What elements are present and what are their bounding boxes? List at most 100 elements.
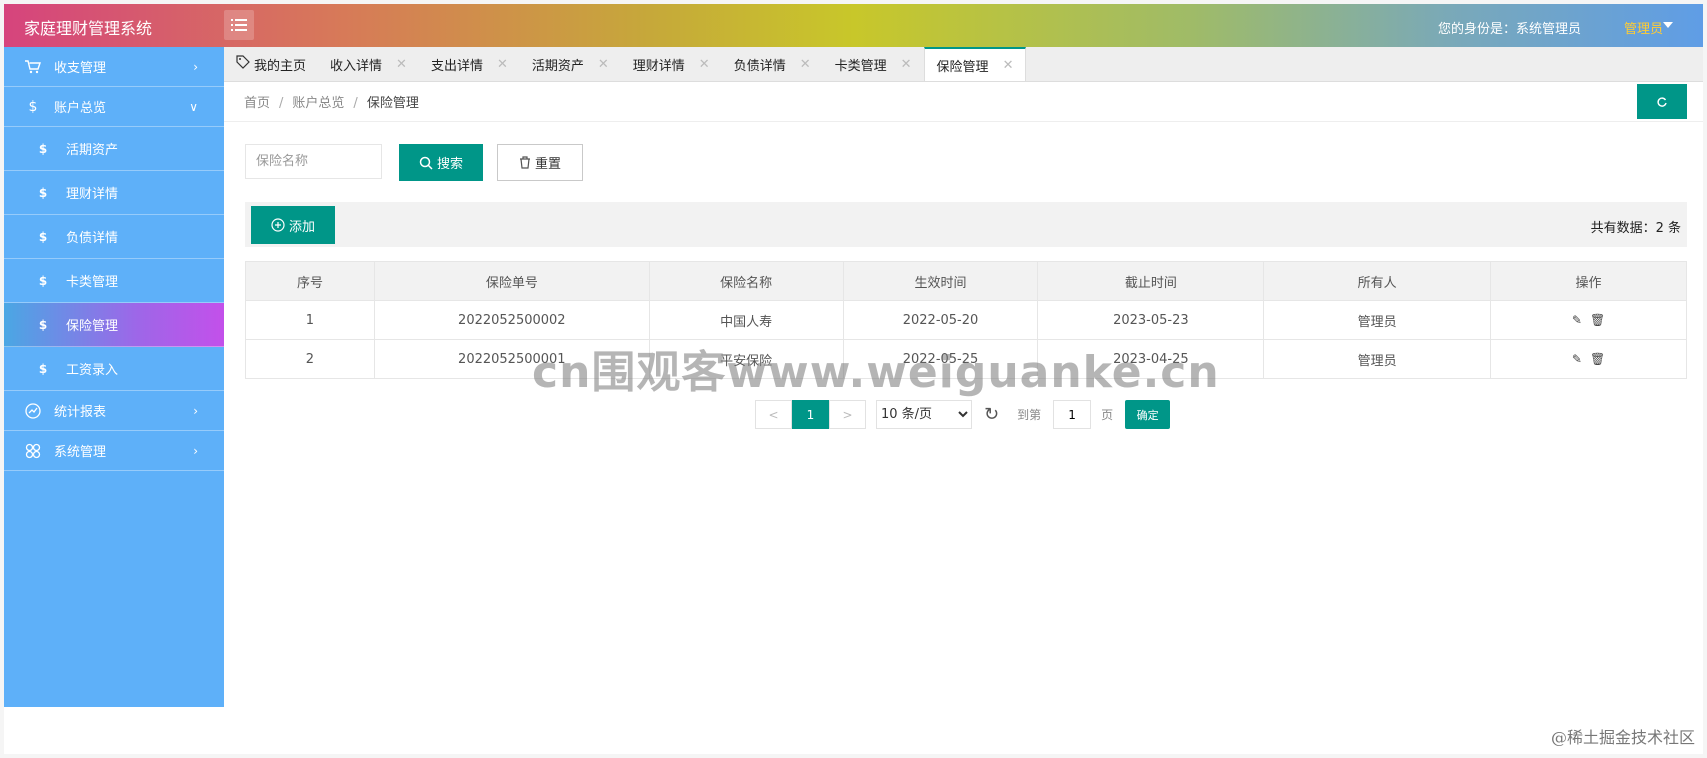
insurance-name-search-input[interactable] bbox=[245, 144, 382, 179]
dollar-icon: $ bbox=[38, 141, 48, 156]
sidebar-item-current-assets[interactable]: $ 活期资产 bbox=[4, 127, 224, 171]
sidebar-item-label: 账户总览 bbox=[54, 101, 107, 116]
close-icon[interactable]: ✕ bbox=[497, 57, 508, 72]
dollar-icon: $ bbox=[38, 317, 48, 332]
breadcrumb: 首页 / 账户总览 / 保险管理 bbox=[244, 92, 419, 111]
sidebar-item-insurance-management[interactable]: $ 保险管理 bbox=[4, 303, 224, 347]
page-number-current[interactable]: 1 bbox=[792, 400, 829, 429]
menu-toggle-button[interactable] bbox=[224, 10, 254, 40]
tab-label: 活期资产 bbox=[531, 58, 584, 74]
goto-label: 到第 bbox=[1017, 408, 1042, 422]
edit-icon[interactable]: ✎ bbox=[1572, 352, 1582, 366]
sidebar-item-label: 统计报表 bbox=[54, 405, 107, 420]
sidebar-item-salary-entry[interactable]: $ 工资录入 bbox=[4, 347, 224, 391]
breadcrumb-item-account-overview[interactable]: 账户总览 bbox=[292, 96, 344, 111]
confirm-goto-button[interactable]: 确定 bbox=[1125, 400, 1171, 429]
column-header: 保险单号 bbox=[373, 261, 650, 301]
sidebar-item-label: 活期资产 bbox=[66, 143, 119, 158]
cell-index: 1 bbox=[245, 300, 375, 340]
sidebar-item-investment-details[interactable]: $ 理财详情 bbox=[4, 171, 224, 215]
search-icon bbox=[419, 156, 433, 170]
dollar-icon: $ bbox=[38, 361, 48, 376]
page-size-select[interactable]: 10 条/页 bbox=[876, 400, 972, 429]
cell-end-date: 2023-05-23 bbox=[1037, 300, 1265, 340]
tab-label: 理财详情 bbox=[632, 58, 685, 74]
tab-debt-details[interactable]: 负债详情 ✕ bbox=[722, 47, 823, 81]
search-button[interactable]: 搜索 bbox=[399, 144, 483, 181]
column-header: 生效时间 bbox=[842, 261, 1039, 301]
tab-label: 收入详情 bbox=[330, 58, 383, 74]
sidebar-item-account-overview[interactable]: $ 账户总览 ∨ bbox=[4, 87, 224, 127]
tab-label: 卡类管理 bbox=[834, 58, 887, 74]
sidebar-item-label: 工资录入 bbox=[66, 363, 119, 378]
goto-page-input[interactable] bbox=[1053, 400, 1092, 429]
column-header: 截止时间 bbox=[1037, 261, 1265, 301]
tab-label: 我的主页 bbox=[254, 58, 307, 74]
refresh-page-button[interactable] bbox=[1637, 84, 1687, 119]
app-title: 家庭理财管理系统 bbox=[24, 19, 153, 38]
column-header: 所有人 bbox=[1263, 261, 1492, 301]
sidebar-item-statistics[interactable]: 统计报表 › bbox=[4, 391, 224, 431]
refresh-icon[interactable]: ↻ bbox=[984, 404, 999, 425]
trash-icon bbox=[519, 156, 530, 169]
user-menu[interactable]: 管理员 bbox=[1624, 18, 1663, 37]
prev-page-button[interactable]: < bbox=[755, 400, 792, 429]
watermark-text: cn围观客www.weiguanke.cn bbox=[532, 347, 1220, 398]
sidebar-item-debt-details[interactable]: $ 负债详情 bbox=[4, 215, 224, 259]
breadcrumb-separator: / bbox=[353, 96, 358, 111]
grid-icon bbox=[22, 443, 44, 459]
chevron-right-icon: › bbox=[193, 60, 198, 74]
tab-home[interactable]: 我的主页 bbox=[224, 47, 318, 81]
cell-actions: ✎ 🗑︎ bbox=[1490, 300, 1687, 340]
breadcrumb-separator: / bbox=[279, 96, 284, 111]
breadcrumb-item-home[interactable]: 首页 bbox=[244, 96, 270, 111]
next-page-button[interactable]: > bbox=[829, 400, 866, 429]
tab-income-details[interactable]: 收入详情 ✕ bbox=[318, 47, 419, 81]
reset-button[interactable]: 重置 bbox=[497, 144, 583, 181]
cell-policy-number: 2022052500002 bbox=[373, 300, 650, 340]
tab-current-assets[interactable]: 活期资产 ✕ bbox=[520, 47, 621, 81]
pagination: < 1 > 10 条/页 ↻ 到第 页 确定 bbox=[755, 400, 1171, 429]
edit-icon[interactable]: ✎ bbox=[1572, 313, 1582, 327]
cell-actions: ✎ 🗑︎ bbox=[1490, 339, 1687, 379]
caret-down-icon[interactable] bbox=[1663, 22, 1673, 28]
sidebar-item-income-expense[interactable]: 收支管理 › bbox=[4, 47, 224, 87]
sidebar-item-label: 理财详情 bbox=[66, 187, 119, 202]
add-button-label: 添加 bbox=[288, 219, 315, 235]
dollar-icon: $ bbox=[38, 229, 48, 244]
dollar-icon: $ bbox=[38, 273, 48, 288]
sidebar-item-label: 系统管理 bbox=[54, 445, 107, 460]
total-count: 共有数据：2 条 bbox=[1590, 221, 1681, 236]
cell-owner: 管理员 bbox=[1263, 339, 1492, 379]
identity-text: 您的身份是：系统管理员 bbox=[1437, 22, 1581, 37]
tab-expense-details[interactable]: 支出详情 ✕ bbox=[419, 47, 520, 81]
close-icon[interactable]: ✕ bbox=[699, 57, 710, 72]
delete-icon[interactable]: 🗑︎ bbox=[1590, 352, 1605, 366]
app-window: 家庭理财管理系统 您的身份是：系统管理员 管理员 收支管理 › $ 账户总览 ∨… bbox=[4, 4, 1703, 754]
column-header: 操作 bbox=[1490, 261, 1687, 301]
add-button[interactable]: 添加 bbox=[251, 206, 335, 244]
chevron-right-icon: › bbox=[193, 444, 198, 458]
page-unit-label: 页 bbox=[1101, 408, 1114, 422]
close-icon[interactable]: ✕ bbox=[598, 57, 609, 72]
tab-card-management[interactable]: 卡类管理 ✕ bbox=[823, 47, 924, 81]
tab-investment-details[interactable]: 理财详情 ✕ bbox=[621, 47, 722, 81]
chevron-down-icon: ∨ bbox=[189, 100, 198, 114]
sidebar-item-label: 负债详情 bbox=[66, 231, 119, 246]
breadcrumb-item-current: 保险管理 bbox=[366, 96, 419, 111]
sidebar-item-card-management[interactable]: $ 卡类管理 bbox=[4, 259, 224, 303]
breadcrumb-bar: 首页 / 账户总览 / 保险管理 bbox=[224, 82, 1703, 122]
corner-watermark: @稀土掘金技术社区 bbox=[1550, 728, 1695, 747]
close-icon[interactable]: ✕ bbox=[1003, 58, 1014, 73]
tag-icon bbox=[236, 55, 250, 73]
close-icon[interactable]: ✕ bbox=[396, 57, 407, 72]
delete-icon[interactable]: 🗑︎ bbox=[1590, 313, 1605, 327]
close-icon[interactable]: ✕ bbox=[901, 57, 912, 72]
top-header: 家庭理财管理系统 您的身份是：系统管理员 管理员 bbox=[4, 4, 1703, 47]
tab-insurance-management[interactable]: 保险管理 ✕ bbox=[923, 47, 1027, 81]
menu-icon bbox=[231, 19, 247, 31]
close-icon[interactable]: ✕ bbox=[800, 57, 811, 72]
sidebar-item-system-management[interactable]: 系统管理 › bbox=[4, 431, 224, 471]
sidebar-item-label: 收支管理 bbox=[54, 61, 107, 76]
cell-index: 2 bbox=[245, 339, 375, 379]
